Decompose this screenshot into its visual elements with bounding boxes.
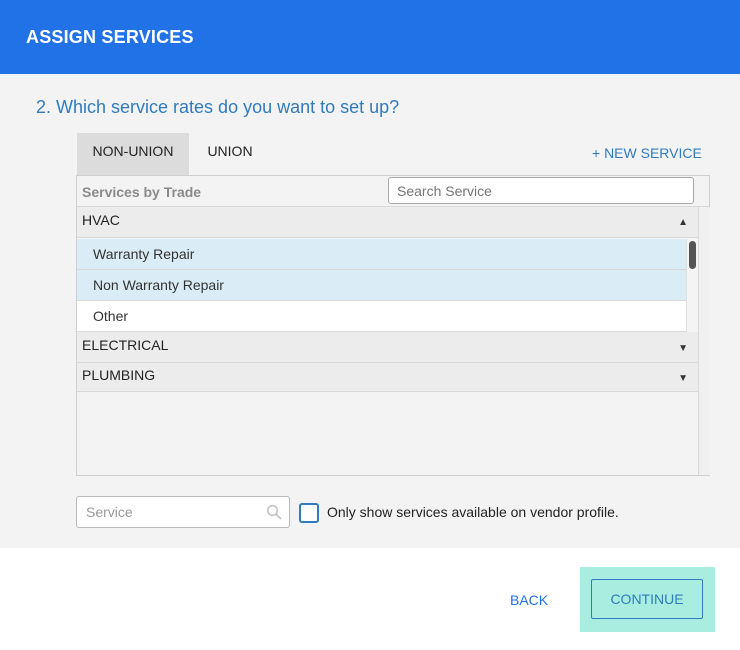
caret-down-icon[interactable]: ▼ [678,343,688,354]
service-filter-field[interactable] [76,496,290,528]
dialog-header: ASSIGN SERVICES [0,0,740,74]
hvac-service-list: Warranty Repair Non Warranty Repair Othe… [77,239,698,332]
dialog-title: ASSIGN SERVICES [26,27,194,47]
services-by-trade-label: Services by Trade [82,184,202,200]
group-row-hvac[interactable]: HVAC ▲ [77,207,698,238]
services-panel: Services by Trade HVAC ▲ Warranty Repair… [76,175,710,476]
list-item[interactable]: Warranty Repair [77,239,686,270]
search-service-input[interactable] [388,177,694,204]
group-label: ELECTRICAL [82,337,169,353]
dialog-footer: BACK CONTINUE [0,548,740,650]
group-label: PLUMBING [82,367,156,383]
list-item-label: Non Warranty Repair [93,277,224,293]
search-icon [266,504,282,520]
dialog-content: 2. Which service rates do you want to se… [0,74,740,548]
list-item[interactable]: Non Warranty Repair [77,270,686,301]
group-label: HVAC [82,212,120,228]
caret-down-icon[interactable]: ▼ [678,373,688,384]
hvac-list-scroll-thumb[interactable] [689,241,696,269]
tab-non-union[interactable]: NON-UNION [77,133,189,176]
tab-union[interactable]: UNION [194,133,266,176]
step-question: 2. Which service rates do you want to se… [36,97,400,117]
trade-tree: HVAC ▲ Warranty Repair Non Warranty Repa… [77,207,698,475]
vendor-profile-checkbox-label: Only show services available on vendor p… [327,504,619,520]
new-service-link[interactable]: + NEW SERVICE [592,145,702,161]
panel-scrollbar[interactable] [698,207,710,475]
continue-button[interactable]: CONTINUE [591,579,703,619]
vendor-profile-checkbox[interactable] [299,503,319,523]
caret-up-icon[interactable]: ▲ [678,217,688,228]
list-item-label: Other [93,308,129,324]
services-panel-header: Services by Trade [77,176,709,207]
group-row-electrical[interactable]: ELECTRICAL ▼ [77,332,698,363]
back-button[interactable]: BACK [510,592,548,608]
group-row-plumbing[interactable]: PLUMBING ▼ [77,363,698,392]
list-item-label: Warranty Repair [93,246,195,262]
service-filter-input[interactable] [77,497,262,527]
list-item[interactable]: Other [77,301,686,332]
hvac-list-scrollbar[interactable] [686,239,698,332]
